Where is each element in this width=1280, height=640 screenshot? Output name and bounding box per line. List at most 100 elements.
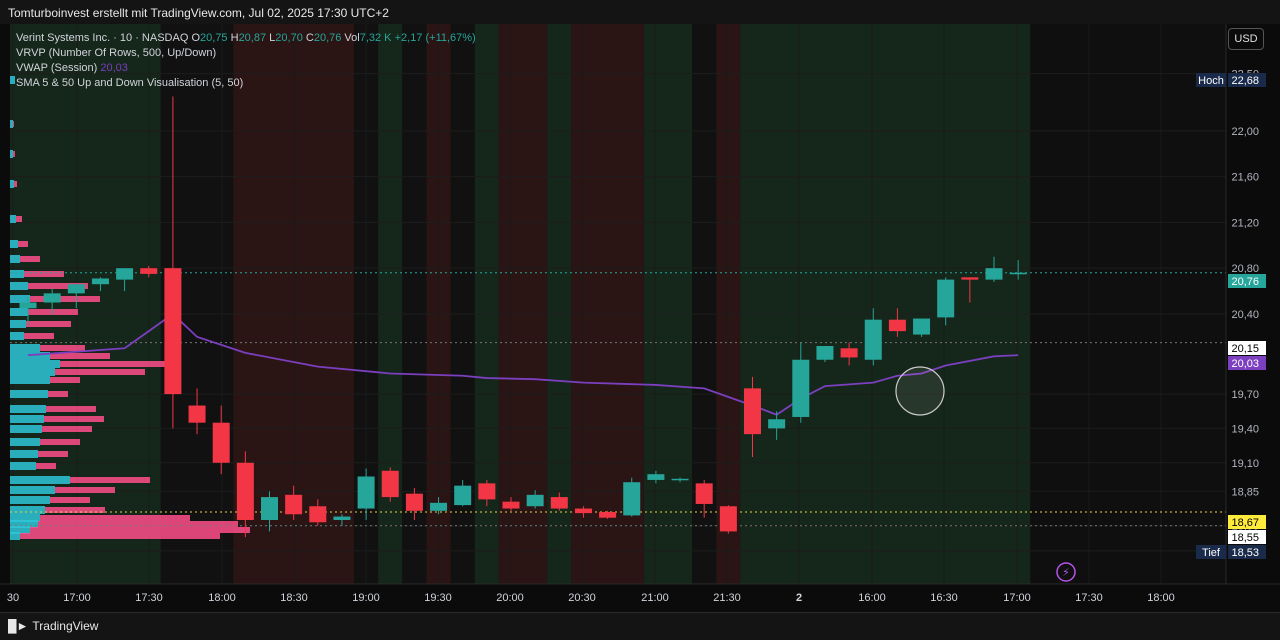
tradingview-logo[interactable]: █► TradingView — [8, 619, 98, 633]
volume-profile-down — [20, 533, 220, 539]
volume-profile-up — [10, 532, 20, 540]
candle[interactable] — [719, 506, 737, 532]
price-label-vwap: 20,03 — [1231, 358, 1259, 370]
volume-profile-up — [10, 376, 50, 384]
candle[interactable] — [405, 493, 423, 511]
time-tick-label: 2 — [796, 592, 802, 604]
volume-profile-down — [44, 416, 104, 422]
time-tick-label: 19:00 — [352, 592, 380, 604]
price-label-high: 22,68 — [1231, 75, 1259, 87]
volume-profile-down — [40, 439, 80, 445]
candle[interactable] — [212, 422, 230, 463]
session-band-up — [740, 24, 1031, 584]
time-tick-label: 16:30 — [930, 592, 958, 604]
change-value: +2,17 (+11,67%) — [394, 32, 476, 44]
title-bar: Tomturboinvest erstellt mit TradingView.… — [0, 0, 1280, 24]
volume-profile-up — [10, 486, 55, 494]
price-tick-label: 19,70 — [1231, 389, 1259, 401]
candle[interactable] — [913, 318, 931, 335]
volume-profile-up — [10, 255, 20, 263]
candle[interactable] — [261, 497, 278, 520]
candle[interactable] — [454, 485, 472, 506]
candle[interactable] — [140, 268, 158, 274]
price-label-low: 18,53 — [1231, 547, 1259, 559]
volume-profile-up — [10, 425, 42, 433]
candle[interactable] — [550, 497, 568, 509]
candle[interactable] — [381, 470, 399, 498]
candle[interactable] — [864, 319, 882, 360]
price-chart[interactable]: ⚡22,5022,0021,6021,2020,8020,4019,7019,4… — [0, 24, 1280, 612]
candle[interactable] — [333, 516, 351, 520]
symbol-name[interactable]: Verint Systems Inc. · 10 · NASDAQ — [16, 32, 188, 44]
volume-profile-up — [10, 462, 36, 470]
volume-profile-down — [40, 515, 190, 521]
candle[interactable] — [309, 506, 327, 523]
candle[interactable] — [116, 268, 134, 280]
currency-button[interactable]: USD — [1228, 28, 1264, 50]
candle[interactable] — [1009, 272, 1027, 275]
volume-profile-down — [38, 521, 238, 527]
price-tick-label: 20,80 — [1231, 263, 1259, 275]
time-tick-label: 17:00 — [63, 592, 91, 604]
price-tick-label: 22,00 — [1231, 126, 1259, 138]
volume-profile-down — [13, 151, 15, 157]
candle[interactable] — [357, 476, 375, 509]
price-tick-label: 19,10 — [1231, 458, 1259, 470]
candle[interactable] — [188, 405, 206, 423]
candle[interactable] — [744, 388, 761, 435]
volume-profile-up — [10, 368, 55, 376]
candle[interactable] — [888, 319, 906, 332]
footer: █► TradingView — [0, 612, 1280, 640]
volume-profile-up — [10, 215, 16, 223]
volume-profile-down — [26, 321, 71, 327]
candle[interactable] — [937, 279, 955, 318]
volume-profile-down — [40, 345, 85, 351]
candle[interactable] — [792, 359, 810, 417]
price-label-level: 20,15 — [1231, 343, 1259, 355]
candle[interactable] — [985, 268, 1003, 280]
candle[interactable] — [236, 462, 254, 520]
candle[interactable] — [502, 501, 520, 509]
candle[interactable] — [671, 478, 689, 481]
volume-profile-down — [30, 527, 250, 533]
lightning-glyph: ⚡ — [1062, 566, 1070, 579]
candle[interactable] — [647, 474, 665, 480]
price-scale[interactable] — [1226, 24, 1280, 584]
candle[interactable] — [526, 494, 544, 507]
time-tick-label: 17:30 — [135, 592, 163, 604]
candle[interactable] — [695, 483, 713, 504]
volume-profile-down — [38, 451, 68, 457]
volume-profile-down — [20, 256, 40, 262]
candle[interactable] — [285, 494, 303, 515]
candle[interactable] — [67, 284, 85, 294]
volume-profile-up — [10, 360, 60, 368]
time-tick-label: 21:00 — [641, 592, 669, 604]
candle[interactable] — [478, 483, 496, 500]
volume-profile-up — [10, 476, 70, 484]
candle[interactable] — [430, 502, 448, 511]
volume-profile-down — [16, 216, 22, 222]
volume-profile-up — [10, 415, 44, 423]
time-tick-label: 16:00 — [858, 592, 886, 604]
candle[interactable] — [768, 419, 786, 429]
candle[interactable] — [164, 268, 182, 395]
candle[interactable] — [43, 293, 61, 303]
price-label-level: 18,67 — [1231, 517, 1259, 529]
candle[interactable] — [599, 511, 617, 518]
price-label-tag: Tief — [1202, 547, 1221, 559]
price-label-tag: Hoch — [1198, 75, 1224, 87]
candle[interactable] — [840, 348, 858, 358]
volume-profile-up — [10, 240, 18, 248]
candle[interactable] — [91, 278, 109, 285]
vwap-indicator[interactable]: VWAP (Session) 20,03 — [16, 61, 476, 76]
vrvp-indicator[interactable]: VRVP (Number Of Rows, 500, Up/Down) — [16, 46, 476, 61]
volume-profile-up — [10, 270, 24, 278]
time-tick-label: 18:30 — [280, 592, 308, 604]
candle[interactable] — [816, 346, 834, 360]
sma-indicator[interactable]: SMA 5 & 50 Up and Down Visualisation (5,… — [16, 76, 476, 91]
candle[interactable] — [961, 277, 979, 280]
volume-profile-down — [24, 333, 54, 339]
candle[interactable] — [19, 302, 37, 309]
candle[interactable] — [623, 482, 641, 516]
candle[interactable] — [574, 508, 592, 514]
